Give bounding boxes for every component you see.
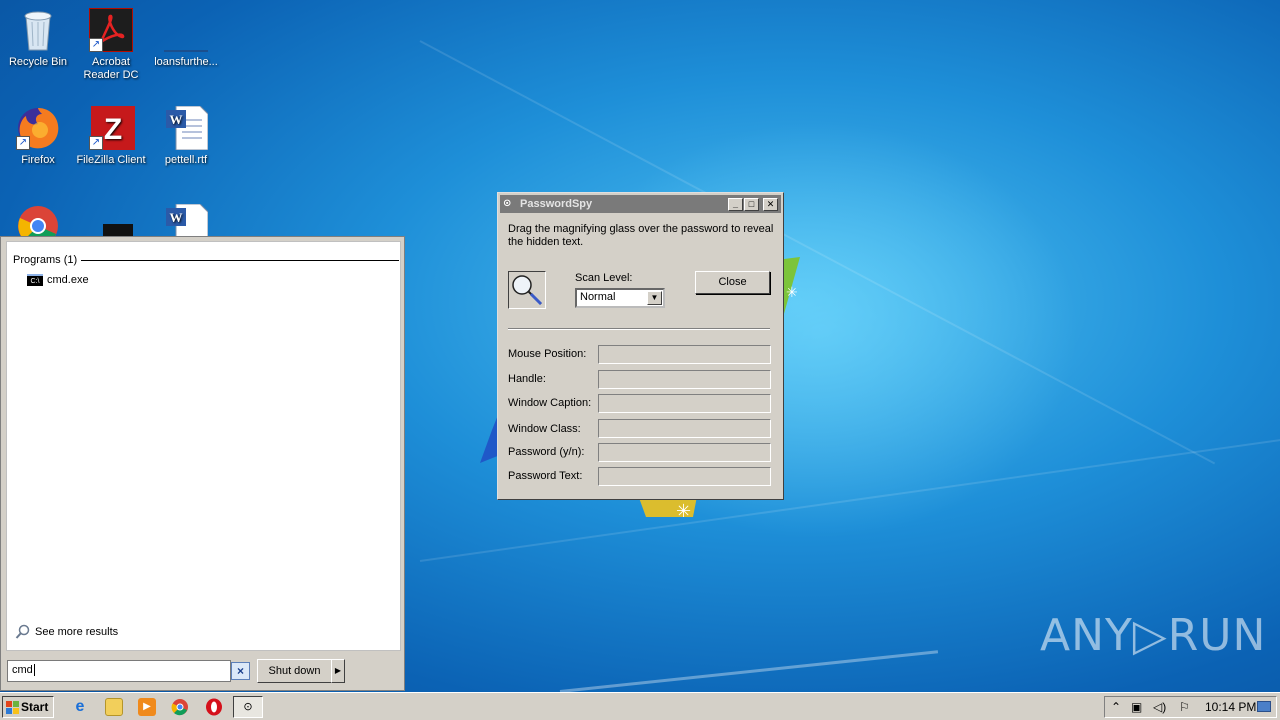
chrome-icon[interactable] [171,698,189,716]
desktop-icon-label: FileZilla Client [76,154,146,166]
search-results-panel: Programs (1) C:\ cmd.exe See more result… [6,241,401,651]
password-yn-label: Password (y/n): [508,446,585,458]
search-icon [15,624,30,639]
mouse-position-field [598,345,771,364]
opera-icon[interactable] [205,698,223,716]
desktop-icon-label: Recycle Bin [8,56,68,68]
shortcut-arrow-icon: ↗ [16,136,30,150]
recycle-bin-icon [16,8,60,52]
program-result-cmd[interactable]: C:\ cmd.exe [27,274,89,286]
action-center-flag-icon[interactable]: ⚐ [1179,700,1190,714]
maximize-button[interactable]: □ [744,198,759,211]
see-more-label: See more results [35,626,119,638]
desktop-icon-recycle-bin[interactable]: Recycle Bin [0,8,76,69]
anyrun-watermark: ANY▷RUN [1040,610,1267,661]
show-desktop-icon[interactable] [1257,701,1271,712]
password-text-label: Password Text: [508,470,583,482]
show-hidden-icons-icon[interactable]: ⌃ [1111,700,1121,714]
desktop-icon-label: loansfurthe... [154,56,218,68]
start-menu: Programs (1) C:\ cmd.exe See more result… [0,236,405,691]
scan-level-value: Normal [580,291,616,303]
acrobat-icon: ↗ [88,7,134,53]
internet-explorer-icon[interactable]: e [71,698,89,716]
taskbar: Start e ▶ ⊙ ⌃ ▣ ◁) ⚐ 10:14 PM [0,692,1280,720]
handle-field [598,370,771,389]
close-button[interactable]: Close [695,271,770,294]
window-class-label: Window Class: [508,423,581,435]
program-result-label: cmd.exe [47,274,89,286]
chevron-down-icon: ▼ [647,291,662,305]
clock[interactable]: 10:14 PM [1205,700,1256,714]
volume-icon[interactable]: ◁) [1153,700,1166,714]
separator [508,328,770,330]
close-window-button[interactable]: ✕ [763,198,778,211]
scan-level-dropdown[interactable]: Normal ▼ [575,288,665,308]
system-tray: ⌃ ▣ ◁) ⚐ 10:14 PM [1104,696,1277,718]
close-button-label: Close [718,276,747,288]
svg-text:W: W [170,210,183,225]
scan-level-label: Scan Level: [575,272,633,284]
passwordspy-window: ⊙ PasswordSpy _ □ ✕ Drag the magnifying … [497,192,784,500]
media-player-icon[interactable]: ▶ [138,698,156,716]
window-caption-field [598,394,771,413]
instructions-text: Drag the magnifying glass over the passw… [508,223,774,248]
filezilla-icon: Z ↗ [89,106,135,150]
desktop-icon-label: Acrobat Reader DC [83,56,139,81]
taskbar-passwordspy-button[interactable]: ⊙ [233,696,263,718]
svg-text:W: W [170,112,183,127]
password-text-field [598,467,771,486]
title-bar[interactable]: ⊙ PasswordSpy _ □ ✕ [500,195,781,213]
explorer-icon[interactable] [105,698,123,716]
window-class-field [598,419,771,438]
minimize-button[interactable]: _ [728,198,743,211]
passwordspy-app-icon: ⊙ [503,198,512,209]
clear-search-button[interactable]: × [231,662,250,680]
shortcut-arrow-icon: ↗ [89,136,103,150]
desktop-icon-filezilla[interactable]: Z ↗ FileZilla Client [73,106,149,167]
mouse-position-label: Mouse Position: [508,348,587,360]
programs-section-header: Programs (1) [13,254,78,266]
see-more-results-link[interactable]: See more results [15,624,118,640]
desktop-icon-firefox[interactable]: ↗ Firefox [0,106,76,167]
search-input-value: cmd [12,664,33,676]
svg-text:✳: ✳ [786,285,798,301]
magnifying-glass-drag-handle[interactable] [508,271,546,309]
window-title: PasswordSpy [520,198,593,210]
network-icon[interactable]: ▣ [1131,700,1142,714]
svg-text:Z: Z [104,113,122,146]
start-button[interactable]: Start [2,696,54,718]
shortcut-arrow-icon: ↗ [89,38,103,52]
magnifying-glass-icon [512,275,543,306]
desktop-icon-pettell[interactable]: W pettell.rtf [148,105,224,167]
desktop-icon-loansfurther[interactable]: loansfurthe... [148,8,224,69]
shut-down-options-button[interactable]: ▶ [331,659,345,683]
desktop-icon-label: pettell.rtf [164,154,208,166]
section-divider [81,260,399,261]
start-search-input[interactable]: cmd [7,660,231,682]
desktop-icon-label: Firefox [21,154,55,166]
word-document-icon: W [164,105,209,151]
window-caption-label: Window Caption: [508,397,592,409]
shut-down-label: Shut down [268,665,321,677]
handle-label: Handle: [508,373,546,385]
windows-flag-icon [6,701,19,714]
firefox-icon: ↗ [16,106,60,150]
svg-text:✳: ✳ [676,501,691,522]
start-label: Start [21,700,49,714]
cmd-icon: C:\ [27,274,43,286]
passwordspy-task-icon: ⊙ [243,701,253,713]
shut-down-button[interactable]: Shut down [257,659,332,683]
desktop-icon-acrobat[interactable]: ↗ Acrobat Reader DC [73,7,149,82]
password-yn-field [598,443,771,462]
file-icon [164,8,208,52]
